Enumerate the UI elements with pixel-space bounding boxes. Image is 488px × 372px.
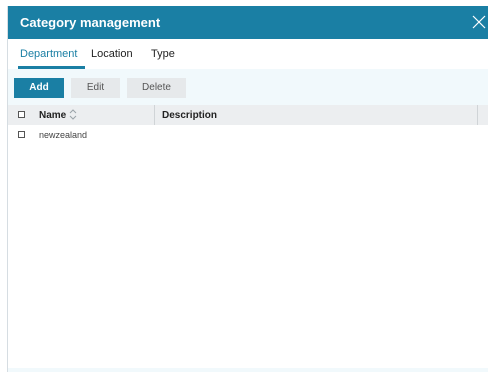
edit-button[interactable]: Edit bbox=[71, 78, 120, 98]
column-header-name[interactable]: Name bbox=[39, 110, 66, 121]
select-all-checkbox[interactable] bbox=[18, 111, 25, 118]
row-name: newzealand bbox=[39, 130, 88, 140]
tab-location[interactable]: Location bbox=[91, 39, 133, 69]
category-management-dialog: Category management Department Location … bbox=[7, 6, 488, 372]
add-button[interactable]: Add bbox=[14, 78, 64, 98]
sort-icon[interactable] bbox=[69, 109, 77, 120]
delete-button[interactable]: Delete bbox=[127, 78, 186, 98]
row-checkbox[interactable] bbox=[18, 131, 25, 138]
tab-type[interactable]: Type bbox=[151, 39, 175, 69]
column-header-description: Description bbox=[162, 110, 218, 121]
column-divider[interactable] bbox=[477, 105, 478, 125]
dialog-title: Category management bbox=[20, 15, 161, 30]
table-row[interactable]: newzealand bbox=[8, 125, 488, 145]
category-grid: Name Description newzealand bbox=[8, 105, 488, 372]
close-icon[interactable] bbox=[472, 15, 486, 29]
toolbar: Add Edit Delete bbox=[8, 69, 488, 105]
column-divider[interactable] bbox=[154, 105, 155, 125]
grid-footer bbox=[8, 368, 488, 372]
category-tabs: Department Location Type bbox=[8, 39, 488, 69]
tab-department[interactable]: Department bbox=[17, 39, 87, 69]
grid-header: Name Description bbox=[8, 105, 488, 125]
dialog-titlebar: Category management bbox=[8, 6, 488, 39]
